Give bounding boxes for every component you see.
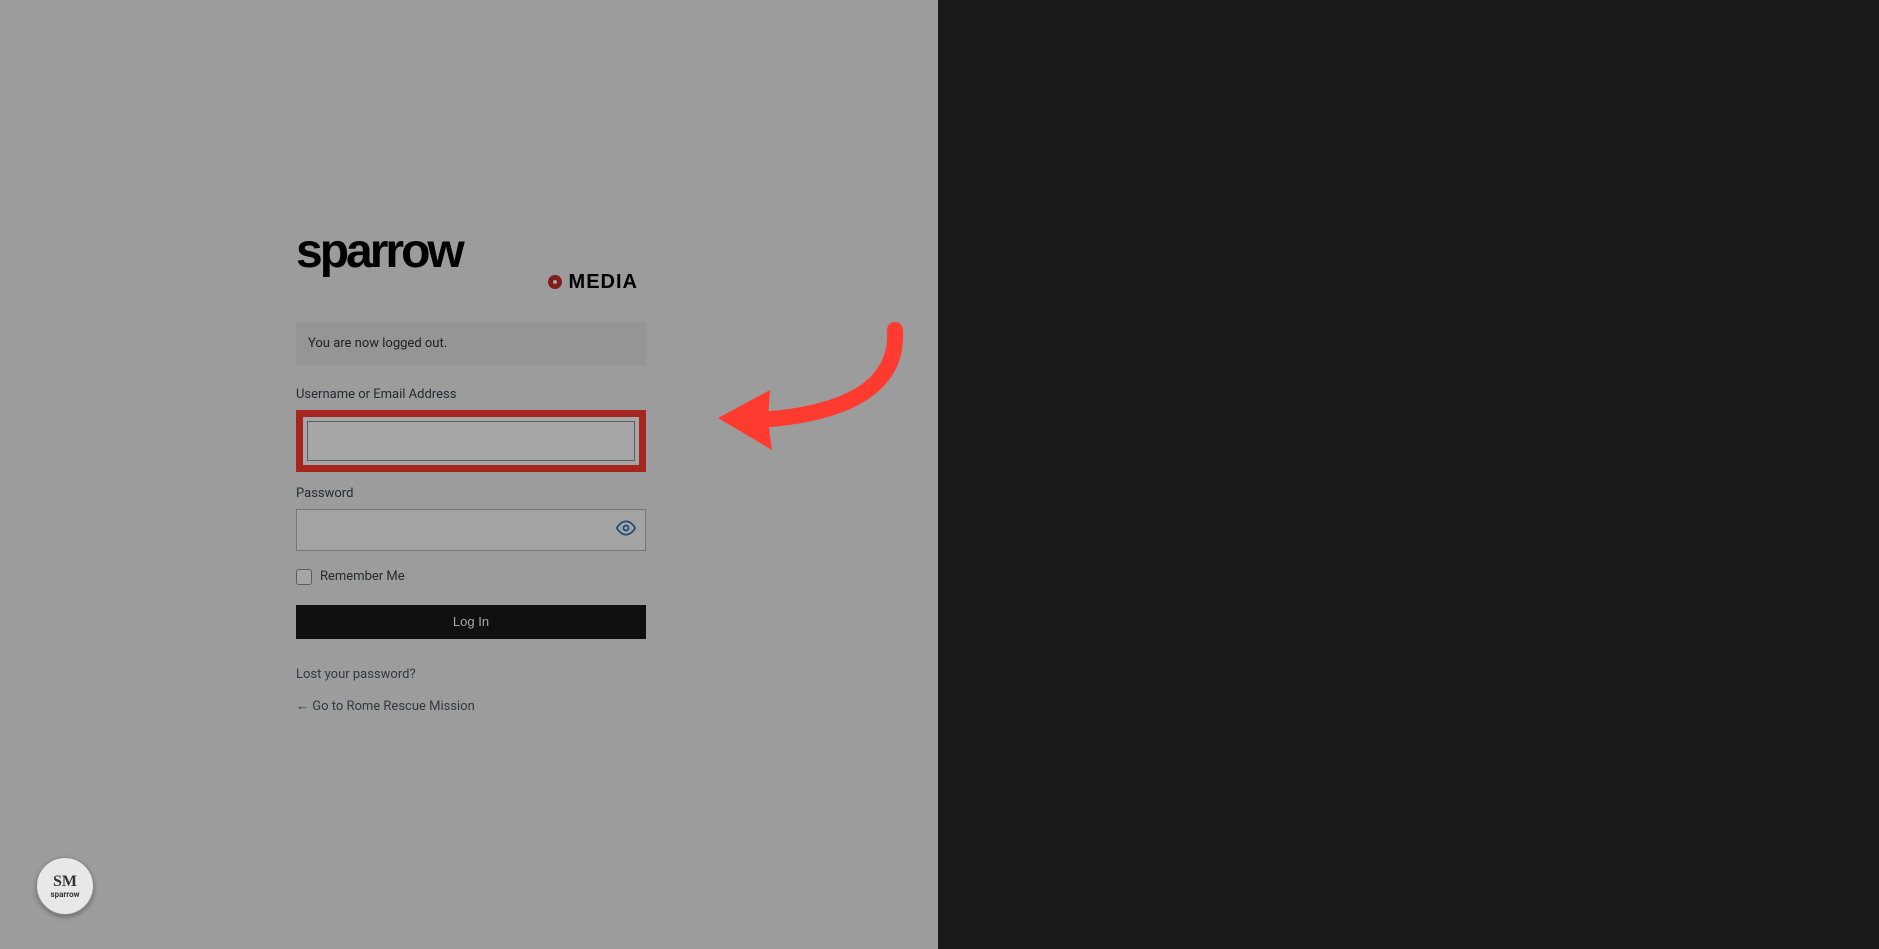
right-dark-panel — [938, 0, 1879, 949]
username-label: Username or Email Address — [296, 387, 646, 402]
left-panel: sparrow MEDIA You are now logged out. Us… — [0, 0, 938, 949]
logo-dot-icon — [548, 275, 562, 289]
page-container: sparrow MEDIA You are now logged out. Us… — [0, 0, 1879, 949]
password-field-wrapper — [296, 509, 646, 551]
username-input[interactable] — [307, 421, 635, 461]
sm-badge[interactable]: SM sparrow — [36, 857, 94, 915]
logo-media-text: MEDIA — [569, 271, 638, 293]
password-label: Password — [296, 486, 646, 501]
login-form: sparrow MEDIA You are now logged out. Us… — [296, 232, 646, 730]
sm-badge-brand: sparrow — [50, 891, 79, 899]
password-input[interactable] — [296, 509, 646, 551]
go-back-link[interactable]: ← Go to Rome Rescue Mission — [296, 698, 646, 714]
sm-badge-initials: SM — [53, 874, 77, 890]
lost-password-link[interactable]: Lost your password? — [296, 667, 646, 682]
remember-me-row: Remember Me — [296, 569, 646, 585]
brand-logo: sparrow MEDIA — [296, 232, 646, 294]
logout-message: You are now logged out. — [296, 322, 646, 365]
login-button[interactable]: Log In — [296, 605, 646, 639]
remember-me-checkbox[interactable] — [296, 569, 312, 585]
show-password-icon[interactable] — [616, 518, 636, 542]
remember-me-label: Remember Me — [320, 569, 405, 584]
username-highlight-box — [296, 410, 646, 472]
logo-brand-text: sparrow — [296, 232, 646, 273]
